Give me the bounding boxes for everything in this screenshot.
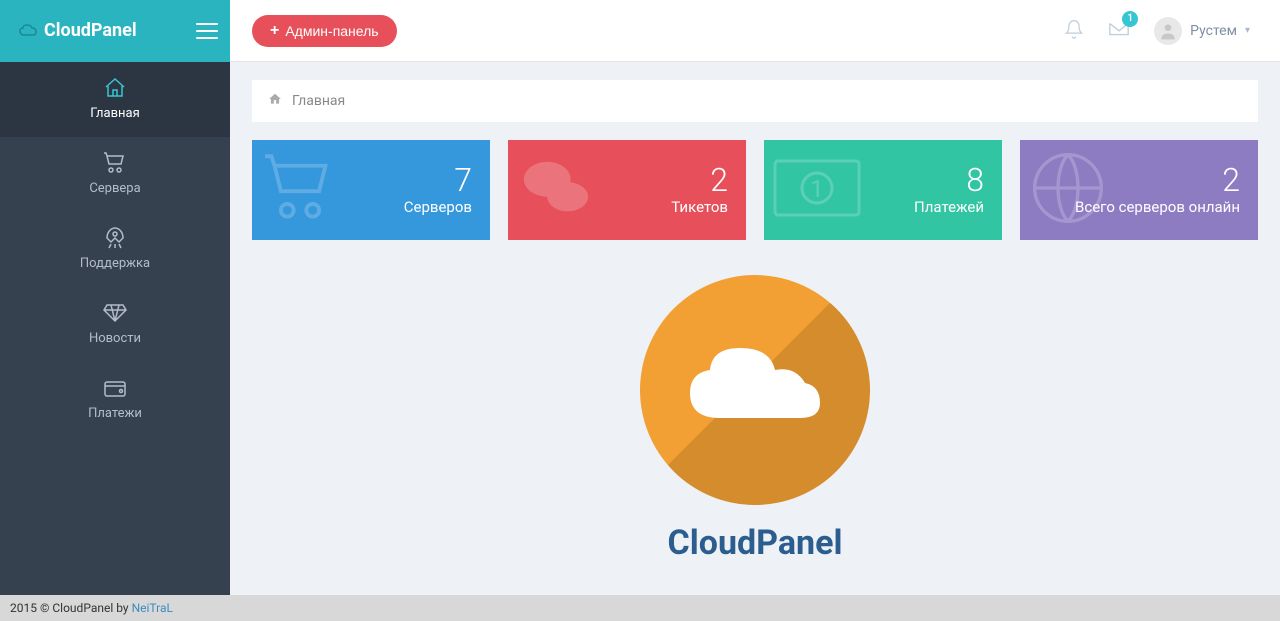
notifications-button[interactable]	[1064, 19, 1084, 43]
username-label: Рустем	[1190, 23, 1237, 39]
brand-logo[interactable]: CloudPanel	[18, 20, 137, 41]
stat-card-payments[interactable]: 1 8 Платежей	[764, 140, 1002, 240]
admin-panel-button[interactable]: + Админ-панель	[252, 15, 397, 47]
header-actions: 1 Рустем ▾	[1064, 17, 1280, 45]
messages-badge: 1	[1122, 11, 1138, 27]
stat-label: Серверов	[404, 198, 472, 216]
stat-value: 8	[966, 164, 984, 196]
sidebar-item-label: Главная	[90, 106, 139, 121]
brand-name: CloudPanel	[44, 20, 137, 41]
logo-area: CloudPanel	[0, 0, 230, 62]
header: CloudPanel + Админ-панель 1 Рустем	[0, 0, 1280, 62]
footer-copyright: 2015 © CloudPanel by	[10, 601, 129, 615]
globe-bg-icon	[1028, 148, 1108, 232]
breadcrumb-current[interactable]: Главная	[292, 93, 345, 109]
breadcrumb-home-icon[interactable]	[268, 92, 282, 110]
breadcrumb: Главная	[252, 80, 1258, 122]
cloud-logo-icon	[18, 23, 38, 39]
cart-icon	[103, 151, 127, 175]
stat-card-tickets[interactable]: 2 Тикетов	[508, 140, 746, 240]
sidebar-item-label: Платежи	[88, 406, 142, 421]
avatar	[1154, 17, 1182, 45]
user-icon	[1158, 21, 1178, 41]
svg-text:1: 1	[810, 175, 824, 203]
money-bg-icon: 1	[772, 158, 862, 222]
stat-label: Тикетов	[671, 198, 728, 216]
footer-author-link[interactable]: NeiTraL	[132, 601, 173, 615]
sidebar-item-label: Новости	[89, 331, 141, 346]
hero-logo-circle	[640, 275, 870, 505]
stat-value: 2	[1222, 164, 1240, 196]
sidebar-item-payments[interactable]: Платежи	[0, 362, 230, 437]
footer: 2015 © CloudPanel by NeiTraL	[0, 595, 1280, 621]
hero-title: CloudPanel	[668, 523, 843, 563]
sidebar-item-support[interactable]: Поддержка	[0, 212, 230, 287]
messages-button[interactable]: 1	[1108, 19, 1130, 43]
cloud-hero-icon	[680, 338, 830, 442]
admin-panel-label: Админ-панель	[285, 23, 378, 39]
user-menu[interactable]: Рустем ▾	[1154, 17, 1250, 45]
sidebar-item-servers[interactable]: Сервера	[0, 137, 230, 212]
rocket-icon	[103, 226, 127, 250]
chevron-down-icon: ▾	[1245, 25, 1250, 36]
bell-icon	[1064, 19, 1084, 39]
stats-row: 7 Серверов 2 Тикетов 1 8 Платежей	[252, 140, 1258, 240]
wallet-icon	[103, 376, 127, 400]
home-icon	[103, 76, 127, 100]
menu-toggle-icon[interactable]	[196, 23, 218, 39]
main-content: Главная 7 Серверов 2 Тикетов	[230, 62, 1280, 595]
sidebar: Главная Сервера Поддержка Новости	[0, 62, 230, 595]
hero-section: CloudPanel	[252, 260, 1258, 577]
sidebar-item-news[interactable]: Новости	[0, 287, 230, 362]
stat-card-servers[interactable]: 7 Серверов	[252, 140, 490, 240]
plus-icon: +	[270, 23, 279, 39]
chat-bg-icon	[516, 153, 596, 227]
stat-card-online[interactable]: 2 Всего серверов онлайн	[1020, 140, 1258, 240]
stat-label: Платежей	[914, 198, 984, 216]
sidebar-item-label: Сервера	[89, 181, 140, 196]
stat-value: 7	[454, 164, 472, 196]
sidebar-item-label: Поддержка	[80, 256, 150, 271]
sidebar-item-home[interactable]: Главная	[0, 62, 230, 137]
cart-bg-icon	[260, 153, 340, 227]
diamond-icon	[103, 301, 127, 325]
stat-value: 2	[710, 164, 728, 196]
